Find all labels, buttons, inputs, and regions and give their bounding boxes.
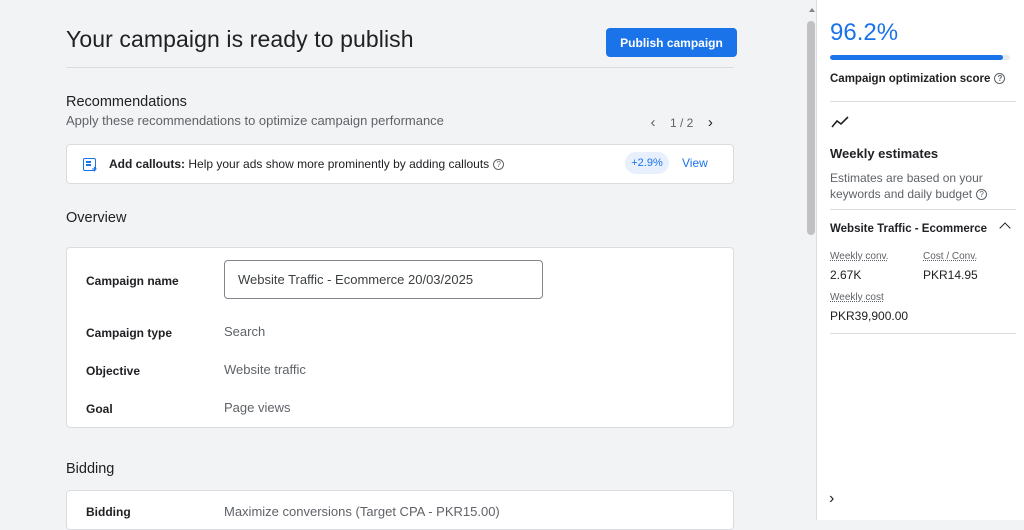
- objective-label: Objective: [86, 364, 141, 378]
- overview-card: Campaign name Campaign type Search Objec…: [66, 247, 734, 428]
- chevron-up-icon[interactable]: [999, 222, 1011, 234]
- score-progress-bar: [830, 55, 1010, 60]
- cost-per-conv-value: PKR14.95: [923, 268, 978, 282]
- campaign-type-label: Campaign type: [86, 326, 173, 340]
- recommendation-text: Add callouts: Help your ads show more pr…: [109, 157, 505, 171]
- weekly-estimates-title: Weekly estimates: [830, 146, 939, 161]
- campaign-type-value: Search: [224, 324, 266, 339]
- goal-value: Page views: [224, 400, 291, 415]
- recommendation-description: Help your ads show more prominently by a…: [188, 157, 490, 171]
- sidebar-divider: [830, 101, 1016, 102]
- help-icon[interactable]: ?: [994, 73, 1006, 85]
- overview-heading: Overview: [66, 210, 127, 226]
- objective-value: Website traffic: [224, 362, 306, 377]
- bidding-label: Bidding: [86, 505, 131, 519]
- sidebar-divider: [830, 209, 1016, 210]
- recommendations-subtitle: Apply these recommendations to optimize …: [66, 113, 444, 128]
- page-title: Your campaign is ready to publish: [66, 26, 414, 52]
- page-indicator: 1 / 2: [670, 115, 694, 130]
- goal-label: Goal: [86, 402, 113, 416]
- recommendations-heading: Recommendations: [66, 94, 187, 110]
- weekly-conv-value: 2.67K: [830, 268, 862, 282]
- bidding-card: Bidding Maximize conversions (Target CPA…: [66, 490, 734, 530]
- weekly-cost-label: Weekly cost: [830, 292, 884, 303]
- chevron-left-icon[interactable]: ‹: [646, 114, 660, 131]
- header-divider: [66, 67, 734, 68]
- score-progress-fill: [830, 55, 1004, 60]
- help-icon[interactable]: ?: [493, 159, 505, 171]
- view-recommendation-link[interactable]: View: [682, 156, 708, 170]
- recommendation-title: Add callouts:: [109, 157, 186, 171]
- chevron-right-icon[interactable]: ›: [829, 490, 834, 508]
- campaign-estimate-title: Website Traffic - Ecommerce: [830, 223, 988, 235]
- cost-per-conv-label: Cost / Conv.: [923, 251, 978, 262]
- weekly-cost-value: PKR39,900.00: [830, 309, 909, 323]
- bidding-value: Maximize conversions (Target CPA - PKR15…: [224, 504, 500, 519]
- callout-add-icon: [83, 158, 97, 174]
- scroll-up-icon[interactable]: [809, 8, 815, 12]
- trend-line-icon: [831, 116, 849, 128]
- campaign-name-label: Campaign name: [86, 274, 179, 288]
- campaign-name-input[interactable]: [224, 260, 543, 299]
- sidebar-divider: [830, 333, 1016, 334]
- uplift-badge: +2.9%: [625, 152, 669, 174]
- optimization-score: 96.2%: [830, 19, 899, 46]
- score-label: Campaign optimization score?: [830, 73, 1006, 85]
- weekly-conv-label: Weekly conv.: [830, 251, 889, 262]
- chevron-right-icon[interactable]: ›: [703, 114, 717, 131]
- scrollbar-thumb[interactable]: [807, 21, 815, 235]
- weekly-estimates-subtitle: Estimates are based on your keywords and…: [830, 170, 1010, 202]
- recommendations-pager: ‹ 1 / 2 ›: [646, 114, 717, 131]
- publish-campaign-button[interactable]: Publish campaign: [606, 28, 737, 57]
- scrollbar[interactable]: [806, 0, 816, 520]
- help-icon[interactable]: ?: [976, 189, 988, 201]
- optimization-sidebar: 96.2% Campaign optimization score? Weekl…: [816, 0, 1024, 520]
- main-content: Your campaign is ready to publish Publis…: [0, 0, 806, 530]
- bidding-heading: Bidding: [66, 461, 115, 477]
